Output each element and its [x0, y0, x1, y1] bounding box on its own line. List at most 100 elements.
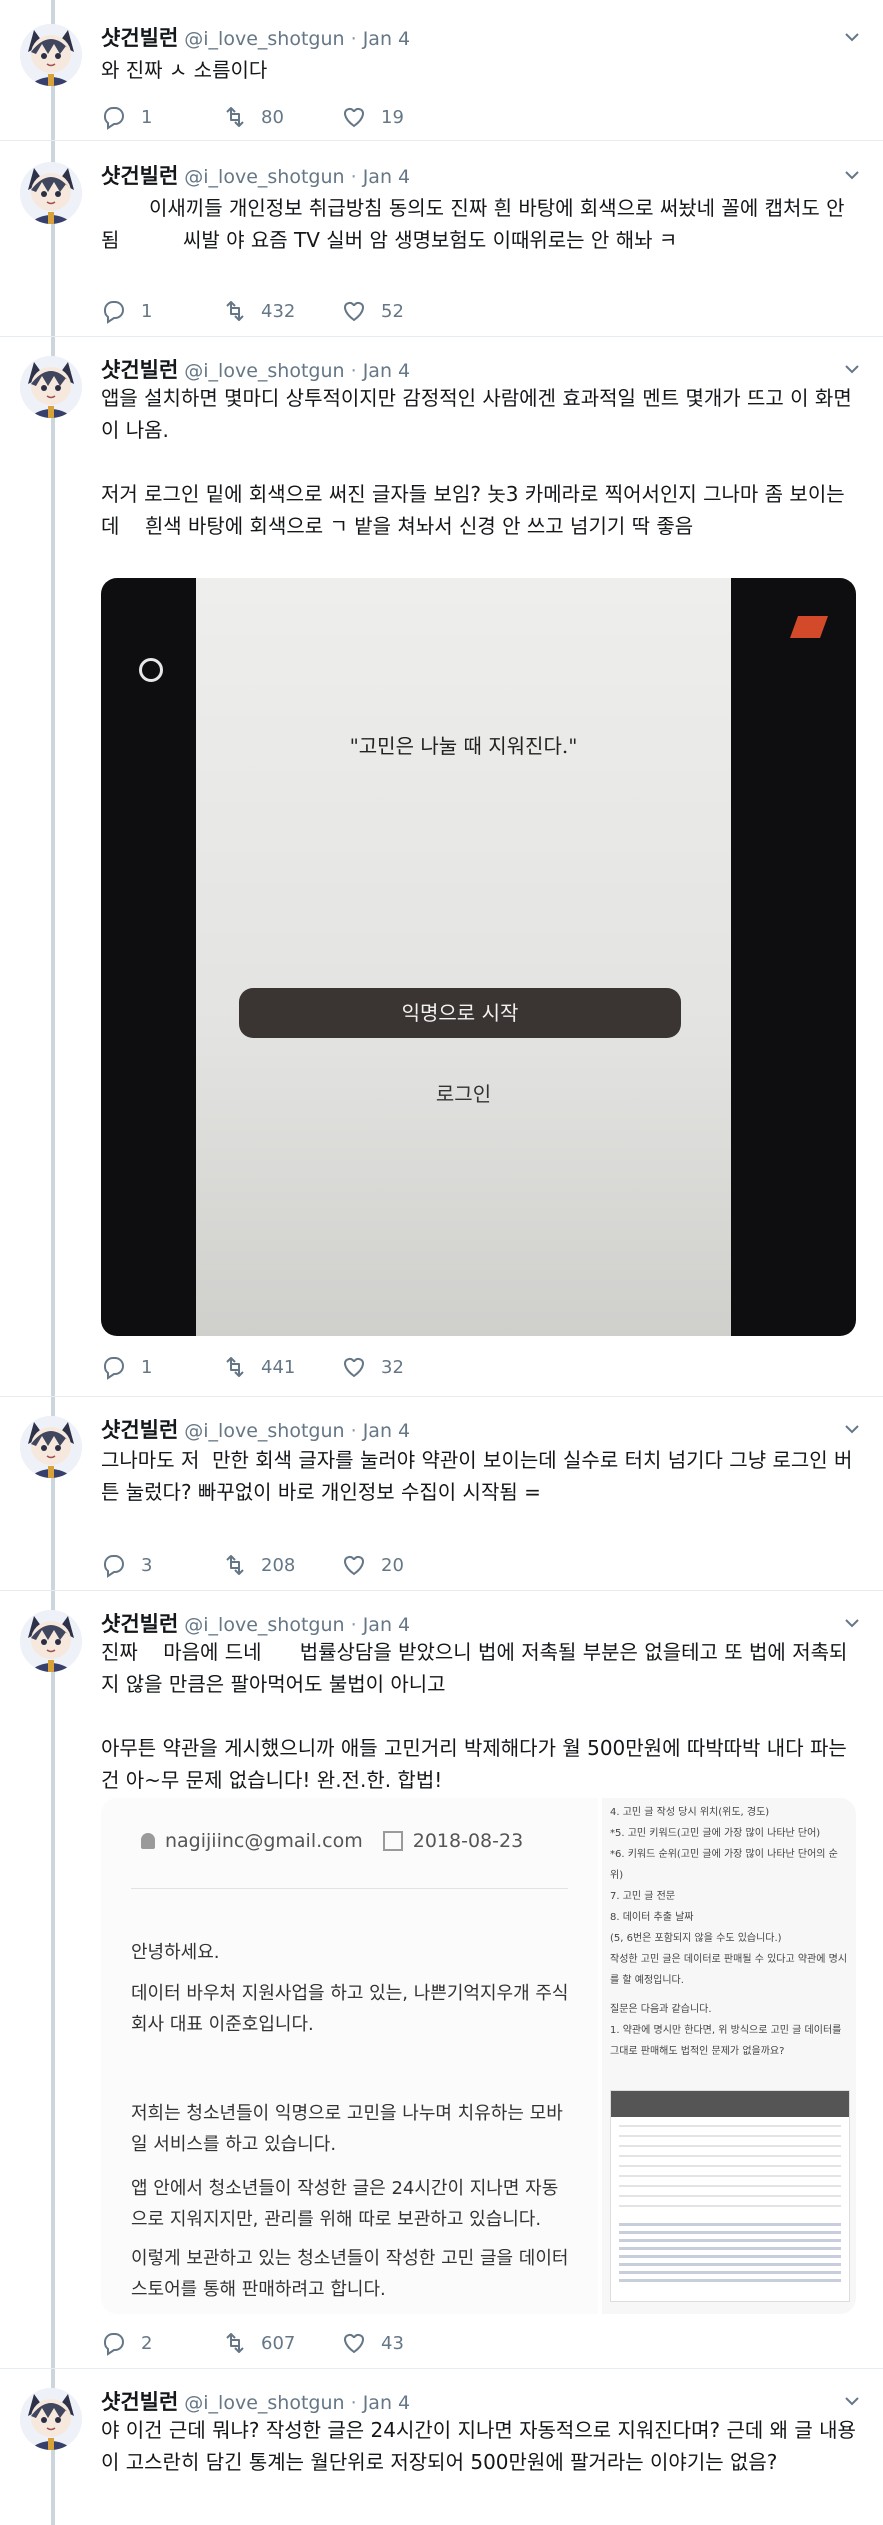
- tweet-header: 샷건빌런 @i_love_shotgun · Jan 4: [101, 160, 410, 190]
- retweet-count: 441: [261, 1356, 296, 1378]
- doc-line: 7. 고민 글 전문: [610, 1891, 676, 1902]
- reply-button[interactable]: 3: [101, 1552, 152, 1578]
- retweet-button[interactable]: 80: [221, 104, 284, 130]
- display-name[interactable]: 샷건빌런: [101, 26, 178, 50]
- tweet-date[interactable]: Jan 4: [363, 360, 410, 382]
- chevron-down-icon[interactable]: [843, 166, 861, 184]
- doc-line: (5, 6번은 포함되지 않을 수도 있습니다.): [610, 1933, 782, 1944]
- reply-button[interactable]: 2: [101, 2330, 152, 2356]
- separator: ·: [350, 1614, 357, 1636]
- retweet-icon: [226, 301, 244, 321]
- chevron-down-icon[interactable]: [843, 360, 861, 378]
- reply-icon: [103, 2333, 124, 2355]
- user-handle[interactable]: @i_love_shotgun: [184, 2392, 344, 2414]
- avatar[interactable]: [20, 1610, 82, 1672]
- like-button[interactable]: 43: [341, 2330, 404, 2356]
- heart-icon: [343, 2333, 365, 2353]
- tweet-date[interactable]: Jan 4: [363, 1420, 410, 1442]
- email-paragraph: 이렇게 보관하고 있는 청소년들이 작성한 고민 글을 데이터 스토어를 통해 …: [131, 2248, 569, 2300]
- email-photo[interactable]: nagijiinc@gmail.com 2018-08-23 안녕하세요. 데이…: [101, 1798, 598, 2314]
- document-photo[interactable]: 4. 고민 글 작성 당시 위치(위도, 경도) *5. 고민 키워드(고민 글…: [602, 1798, 856, 2314]
- like-button[interactable]: 52: [341, 298, 404, 324]
- user-handle[interactable]: @i_love_shotgun: [184, 166, 344, 188]
- display-name[interactable]: 샷건빌런: [101, 1418, 178, 1442]
- tweet-date[interactable]: Jan 4: [363, 166, 410, 188]
- doc-line: *5. 고민 키워드(고민 글에 가장 많이 나타난 단어): [610, 1828, 821, 1839]
- like-count: 19: [381, 106, 404, 128]
- reply-button[interactable]: 1: [101, 1354, 152, 1380]
- user-handle[interactable]: @i_love_shotgun: [184, 1420, 344, 1442]
- avatar[interactable]: [20, 24, 82, 86]
- email-paragraph: 데이터 바우처 지원사업을 하고 있는, 나쁜기억지우개 주식회사 대표 이준호…: [131, 1983, 569, 2035]
- display-name[interactable]: 샷건빌런: [101, 164, 178, 188]
- reply-icon: [103, 301, 124, 323]
- separator: ·: [350, 2392, 357, 2414]
- chevron-down-icon[interactable]: [843, 1420, 861, 1438]
- doc-line: 작성한 고민 글은 데이터로 판매될 수 있다고 약관에 명시를 할 예정입니다…: [610, 1954, 848, 1986]
- divider: [0, 1396, 883, 1397]
- user-handle[interactable]: @i_love_shotgun: [184, 1614, 344, 1636]
- reply-icon: [103, 107, 124, 129]
- reply-icon: [103, 1357, 124, 1379]
- retweet-count: 607: [261, 2332, 296, 2354]
- tweet-date[interactable]: Jan 4: [363, 2392, 410, 2414]
- start-anonymous-button[interactable]: 익명으로 시작: [239, 988, 681, 1038]
- display-name[interactable]: 샷건빌런: [101, 358, 178, 382]
- like-count: 43: [381, 2332, 404, 2354]
- tweet-date[interactable]: Jan 4: [363, 28, 410, 50]
- tweet-photo-group[interactable]: nagijiinc@gmail.com 2018-08-23 안녕하세요. 데이…: [101, 1798, 856, 2314]
- doc-line: 질문은 다음과 같습니다.: [610, 2004, 712, 2015]
- retweet-button[interactable]: 441: [221, 1354, 295, 1380]
- like-count: 32: [381, 1356, 404, 1378]
- heart-icon: [343, 1357, 365, 1377]
- chevron-down-icon[interactable]: [843, 28, 861, 46]
- divider: [0, 336, 883, 337]
- like-button[interactable]: 19: [341, 104, 404, 130]
- tweet-header: 샷건빌런 @i_love_shotgun · Jan 4: [101, 2386, 410, 2416]
- user-handle[interactable]: @i_love_shotgun: [184, 360, 344, 382]
- chevron-down-icon[interactable]: [843, 1614, 861, 1632]
- reply-count: 3: [141, 1554, 153, 1576]
- user-handle[interactable]: @i_love_shotgun: [184, 28, 344, 50]
- login-link[interactable]: 로그인: [196, 1078, 731, 1107]
- separator: ·: [350, 166, 357, 188]
- retweet-icon: [226, 2333, 244, 2353]
- avatar[interactable]: [20, 162, 82, 224]
- like-button[interactable]: 20: [341, 1552, 404, 1578]
- retweet-button[interactable]: 208: [221, 1552, 295, 1578]
- email-rule: [131, 1888, 568, 1889]
- tweet-text: 그나마도 저 만한 회색 글자를 눌러야 약관이 보이는데 실수로 터치 넘기다…: [101, 1448, 853, 1504]
- divider: [0, 140, 883, 141]
- tweet-text: 진짜 마음에 드네 법률상담을 받았으니 법에 저촉될 부분은 없을테고 또 법…: [101, 1640, 848, 1792]
- doc-line: *6. 키워드 순위(고민 글에 가장 많이 나타난 단어의 순위): [610, 1849, 838, 1881]
- sender-email: nagijiinc@gmail.com: [165, 1830, 363, 1852]
- reply-icon: [103, 1555, 124, 1577]
- chevron-down-icon[interactable]: [843, 2392, 861, 2410]
- reply-button[interactable]: 1: [101, 104, 152, 130]
- email-meta: nagijiinc@gmail.com 2018-08-23: [141, 1830, 523, 1852]
- tweet-photo[interactable]: "고민은 나눌 때 지워진다." 익명으로 시작 로그인: [101, 578, 856, 1336]
- tweet-date[interactable]: Jan 4: [363, 1614, 410, 1636]
- retweet-button[interactable]: 607: [221, 2330, 295, 2356]
- like-button[interactable]: 32: [341, 1354, 404, 1380]
- user-icon: [141, 1833, 155, 1849]
- avatar[interactable]: [20, 356, 82, 418]
- separator: ·: [350, 1420, 357, 1442]
- display-name[interactable]: 샷건빌런: [101, 1612, 178, 1636]
- avatar[interactable]: [20, 1416, 82, 1478]
- reply-count: 1: [141, 1356, 153, 1378]
- reply-count: 1: [141, 106, 153, 128]
- avatar[interactable]: [20, 2388, 82, 2450]
- doc-list: 4. 고민 글 작성 당시 위치(위도, 경도) *5. 고민 키워드(고민 글…: [610, 1802, 850, 2062]
- doc-embedded-image: [610, 2090, 850, 2302]
- retweet-button[interactable]: 432: [221, 298, 295, 324]
- doc-line: 1. 약관에 명시만 한다면, 위 방식으로 고민 글 데이터를 그대로 판매해…: [610, 2025, 842, 2057]
- divider: [0, 1590, 883, 1591]
- display-name[interactable]: 샷건빌런: [101, 2390, 178, 2414]
- retweet-count: 432: [261, 300, 296, 322]
- doc-image-header: [611, 2091, 849, 2117]
- calendar-icon: [382, 1831, 403, 1851]
- phone-screen: [196, 578, 731, 1336]
- retweet-icon: [226, 107, 244, 127]
- reply-button[interactable]: 1: [101, 298, 152, 324]
